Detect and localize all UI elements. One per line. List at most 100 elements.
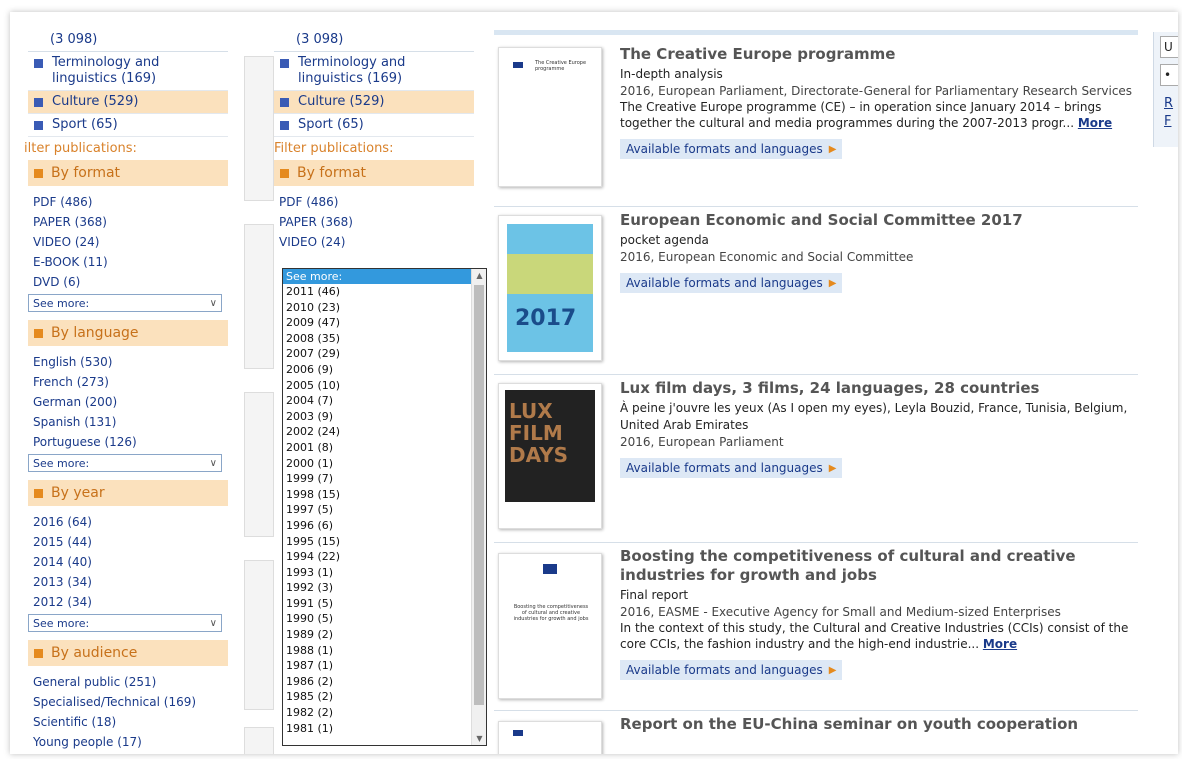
ghost-thumbnail — [244, 56, 274, 201]
square-icon — [34, 328, 43, 338]
dropdown-option[interactable]: 1987 (1) — [283, 658, 471, 674]
available-formats-button[interactable]: Available formats and languages ▶ — [620, 458, 843, 478]
audience-item[interactable]: Scientific (18) — [28, 712, 228, 732]
result-subtitle: In-depth analysis — [620, 67, 723, 81]
scroll-down-icon[interactable]: ▼ — [472, 734, 486, 743]
dropdown-option[interactable]: 1988 (1) — [283, 643, 471, 659]
right-link[interactable]: F — [1164, 114, 1171, 129]
section-by-year[interactable]: By year — [28, 480, 228, 506]
year-item[interactable]: 2015 (44) — [28, 532, 228, 552]
available-formats-button[interactable]: Available formats and languages ▶ — [620, 660, 843, 680]
year-item[interactable]: 2016 (64) — [28, 512, 228, 532]
dropdown-option[interactable]: 2006 (9) — [283, 362, 471, 378]
dropdown-option[interactable]: 1994 (22) — [283, 549, 471, 565]
right-link[interactable]: R — [1164, 96, 1173, 111]
language-item[interactable]: English (530) — [28, 352, 228, 372]
dropdown-option[interactable]: 2010 (23) — [283, 300, 471, 316]
language-item[interactable]: Portuguese (126) — [28, 432, 228, 452]
dropdown-option[interactable]: 2009 (47) — [283, 315, 471, 331]
square-icon — [34, 488, 43, 498]
dropdown-option[interactable]: 1985 (2) — [283, 689, 471, 705]
dropdown-option[interactable]: 2007 (29) — [283, 346, 471, 362]
dropdown-option[interactable]: 1997 (5) — [283, 502, 471, 518]
dropdown-option[interactable]: 1992 (3) — [283, 580, 471, 596]
dropdown-option[interactable]: 2001 (8) — [283, 440, 471, 456]
publication-thumbnail[interactable]: The Creative Europe programme — [498, 47, 602, 187]
publication-thumbnail[interactable] — [498, 721, 602, 754]
dropdown-option[interactable]: 2011 (46) — [283, 284, 471, 300]
format-item[interactable]: PAPER (368) — [28, 212, 228, 232]
scroll-up-icon[interactable]: ▲ — [472, 271, 486, 280]
category-sport[interactable]: Sport (65) — [28, 114, 228, 137]
format-item[interactable]: DVD (6) — [28, 272, 228, 292]
dropdown-option[interactable]: 1981 (1) — [283, 721, 471, 737]
dropdown-option[interactable]: 1986 (2) — [283, 674, 471, 690]
category-terminology[interactable]: Terminology and linguistics (169) — [274, 52, 474, 91]
result-title[interactable]: The Creative Europe programme — [620, 45, 1138, 64]
dropdown-option[interactable]: 1989 (2) — [283, 627, 471, 643]
section-by-format[interactable]: By format — [274, 160, 474, 186]
publication-thumbnail[interactable]: LUX FILM DAYS — [498, 383, 602, 529]
result-title[interactable]: European Economic and Social Committee 2… — [620, 211, 1138, 230]
language-item[interactable]: German (200) — [28, 392, 228, 412]
dropdown-option[interactable]: 1982 (2) — [283, 705, 471, 721]
dropdown-option[interactable]: 1999 (7) — [283, 471, 471, 487]
right-radio[interactable]: • — [1160, 64, 1178, 86]
more-link[interactable]: More — [983, 637, 1017, 651]
format-item[interactable]: PDF (486) — [28, 192, 228, 212]
filter-sidebar-overlay: (3 098) Terminology and linguistics (169… — [274, 30, 474, 252]
dropdown-option[interactable]: 2005 (10) — [283, 378, 471, 394]
category-culture[interactable]: Culture (529) — [274, 91, 474, 114]
year-item[interactable]: 2014 (40) — [28, 552, 228, 572]
right-input[interactable]: U — [1160, 36, 1178, 58]
bullet-icon — [34, 98, 43, 107]
available-formats-button[interactable]: Available formats and languages ▶ — [620, 139, 843, 159]
format-item[interactable]: E-BOOK (11) — [28, 252, 228, 272]
dropdown-scrollbar[interactable]: ▲ ▼ — [471, 269, 486, 745]
dropdown-option[interactable]: 1998 (15) — [283, 487, 471, 503]
triangle-right-icon: ▶ — [828, 462, 837, 474]
year-item[interactable]: 2013 (34) — [28, 572, 228, 592]
publication-thumbnail[interactable]: Boosting the competitiveness of cultural… — [498, 553, 602, 699]
dropdown-option[interactable]: 2003 (9) — [283, 409, 471, 425]
dropdown-option[interactable]: 2000 (1) — [283, 456, 471, 472]
dropdown-option[interactable]: 2002 (24) — [283, 424, 471, 440]
format-see-more-select[interactable]: See more: ∨ — [28, 294, 222, 312]
dropdown-option[interactable]: 2008 (35) — [283, 331, 471, 347]
format-item[interactable]: VIDEO (24) — [274, 232, 474, 252]
language-see-more-select[interactable]: See more: ∨ — [28, 454, 222, 472]
format-item[interactable]: VIDEO (24) — [28, 232, 228, 252]
dropdown-option[interactable]: 1996 (6) — [283, 518, 471, 534]
dropdown-option[interactable]: 1995 (15) — [283, 534, 471, 550]
result-title[interactable]: Report on the EU-China seminar on youth … — [620, 715, 1138, 734]
language-item[interactable]: Spanish (131) — [28, 412, 228, 432]
publication-thumbnail[interactable]: 2017 — [498, 215, 602, 361]
category-culture[interactable]: Culture (529) — [28, 91, 228, 114]
dropdown-option[interactable]: 1991 (5) — [283, 596, 471, 612]
year-see-more-select[interactable]: See more: ∨ — [28, 614, 222, 632]
format-item[interactable]: PAPER (368) — [274, 212, 474, 232]
dropdown-option[interactable]: 1993 (1) — [283, 565, 471, 581]
category-terminology[interactable]: Terminology and linguistics (169) — [28, 52, 228, 91]
audience-item[interactable]: General public (251) — [28, 672, 228, 692]
section-by-audience[interactable]: By audience — [28, 640, 228, 666]
result-title[interactable]: Boosting the competitiveness of cultural… — [620, 547, 1138, 585]
language-item[interactable]: French (273) — [28, 372, 228, 392]
section-by-language[interactable]: By language — [28, 320, 228, 346]
dropdown-option-selected[interactable]: See more: — [283, 269, 471, 284]
audience-item[interactable]: Specialised/Technical (169) — [28, 692, 228, 712]
more-link[interactable]: More — [1078, 116, 1112, 130]
dropdown-option[interactable]: 1990 (5) — [283, 611, 471, 627]
format-item[interactable]: PDF (486) — [274, 192, 474, 212]
scrollbar-thumb[interactable] — [474, 285, 484, 705]
year-dropdown-list[interactable]: See more: 2011 (46) 2010 (23) 2009 (47) 200… — [282, 268, 487, 746]
section-by-format[interactable]: By format — [28, 160, 228, 186]
category-sport[interactable]: Sport (65) — [274, 114, 474, 137]
dropdown-option[interactable]: 2004 (7) — [283, 393, 471, 409]
eu-flag-icon — [513, 730, 523, 736]
year-item[interactable]: 2012 (34) — [28, 592, 228, 612]
result-title[interactable]: Lux film days, 3 films, 24 languages, 28… — [620, 379, 1138, 398]
available-formats-button[interactable]: Available formats and languages ▶ — [620, 273, 843, 293]
bullet-icon — [280, 98, 289, 107]
audience-item[interactable]: Young people (17) — [28, 732, 228, 752]
